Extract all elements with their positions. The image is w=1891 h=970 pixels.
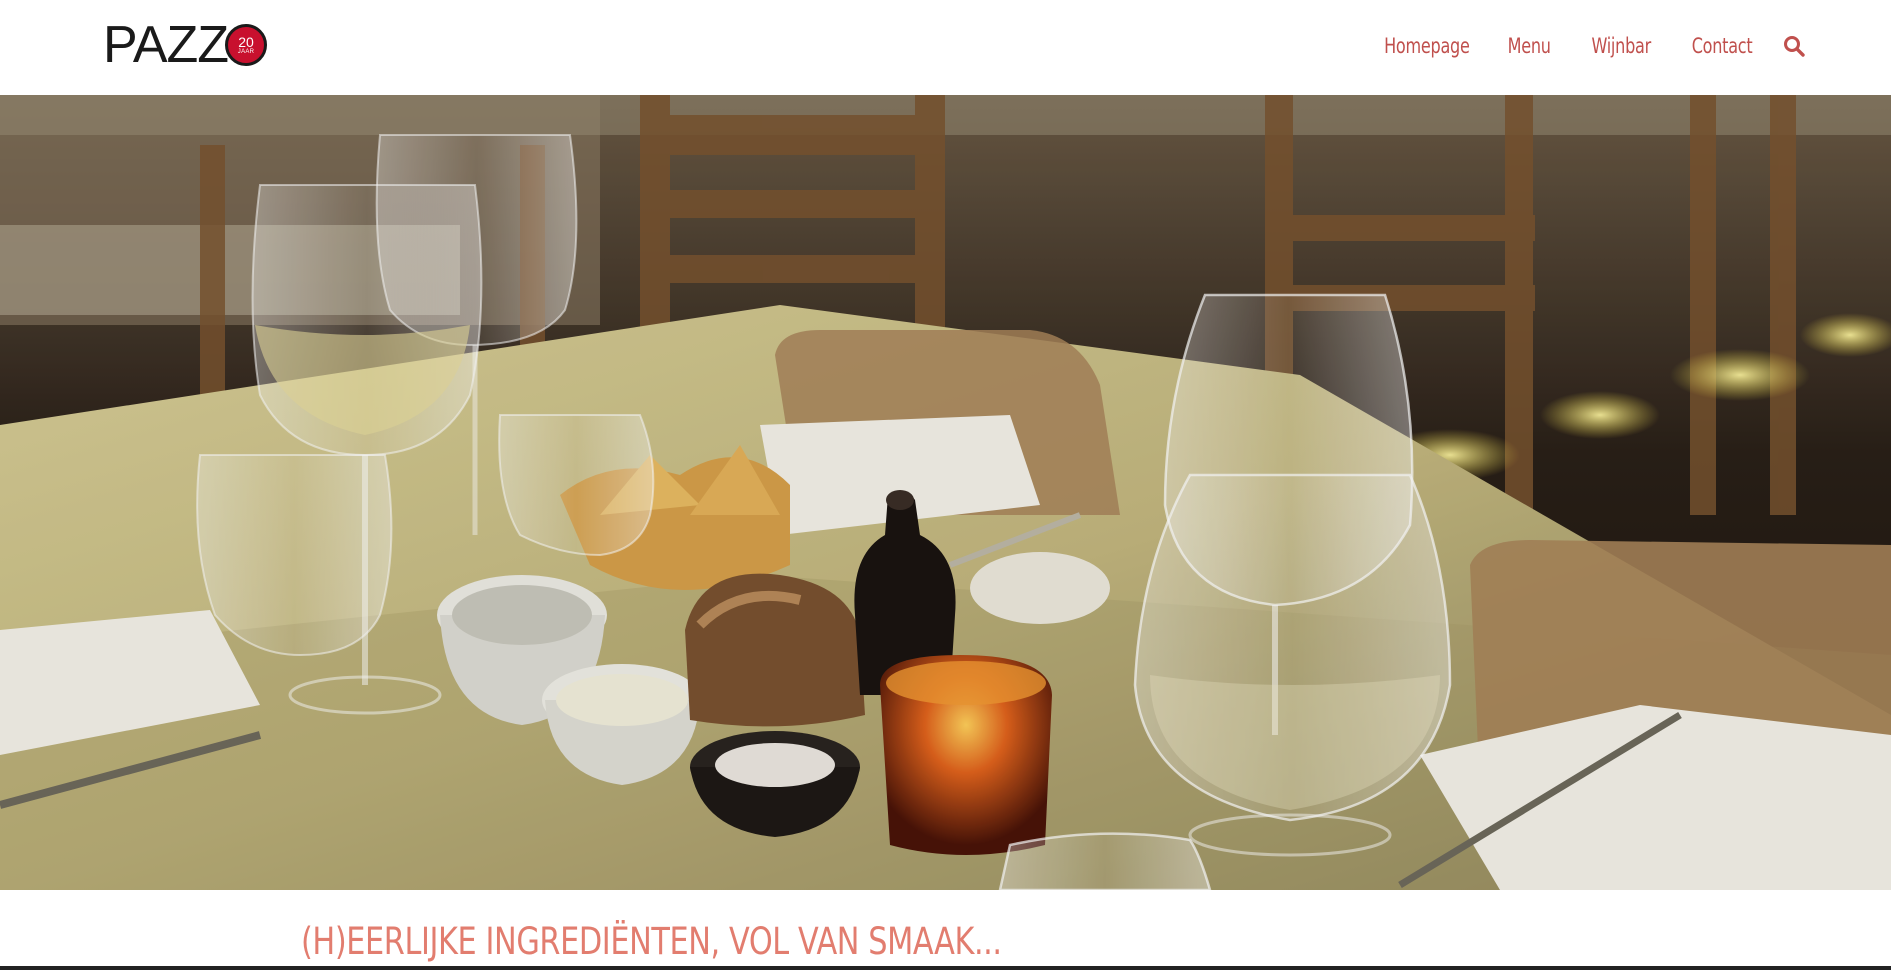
restaurant-table-photo — [0, 95, 1891, 890]
main-navigation: Homepage Menu Wijnbar Contact — [1369, 28, 1806, 64]
site-header: PAZZ 20 JAAR Homepage Menu Wijnbar Conta… — [0, 0, 1891, 95]
nav-menu[interactable]: Menu — [1508, 34, 1551, 58]
logo-wordmark: PAZZ — [103, 16, 229, 74]
site-logo[interactable]: PAZZ 20 JAAR — [103, 16, 268, 74]
hero-image — [0, 95, 1891, 890]
anniversary-badge: 20 JAAR — [225, 24, 268, 66]
search-icon[interactable] — [1782, 34, 1806, 58]
section-divider — [0, 966, 1891, 970]
nav-homepage[interactable]: Homepage — [1384, 34, 1470, 58]
badge-number: 20 — [238, 33, 254, 50]
badge-unit: JAAR — [237, 48, 255, 55]
page-tagline: (H)EERLIJKE INGREDIËNTEN, VOL VAN SMAAK.… — [301, 920, 1002, 963]
nav-wijnbar[interactable]: Wijnbar — [1591, 34, 1651, 58]
nav-contact[interactable]: Contact — [1691, 34, 1752, 58]
